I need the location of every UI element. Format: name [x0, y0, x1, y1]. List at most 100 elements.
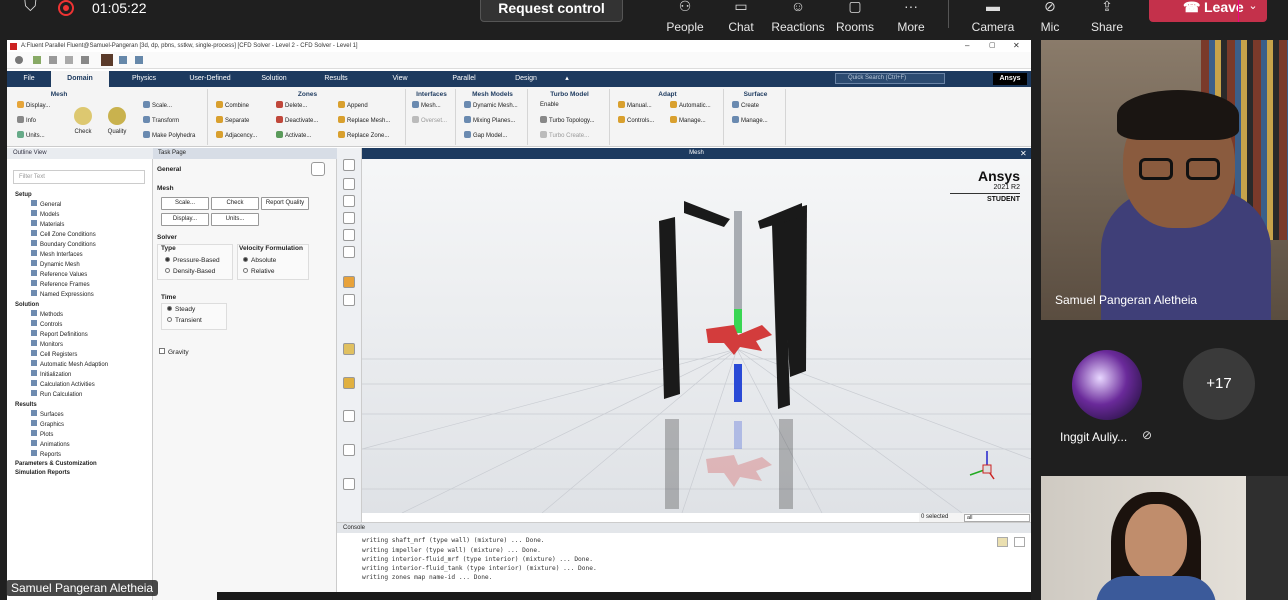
replace-mesh-button[interactable]: Replace Mesh... — [338, 116, 390, 125]
combine-button[interactable]: Combine — [216, 101, 249, 110]
tab-user-defined[interactable]: User-Defined — [177, 71, 243, 87]
adapt-controls-button[interactable]: Controls... — [618, 116, 654, 125]
tree-report-definitions[interactable]: Report Definitions — [31, 330, 88, 340]
gravity-checkbox[interactable]: Gravity — [159, 348, 189, 356]
chat-button[interactable]: ▭ Chat — [711, 0, 771, 40]
console-panel[interactable]: Console writing shaft_mrf (type wall) (m… — [337, 522, 1031, 600]
tree-methods[interactable]: Methods — [31, 310, 63, 320]
view-icon[interactable] — [343, 444, 355, 456]
tree-graphics[interactable]: Graphics — [31, 420, 64, 430]
mesh-info-button[interactable]: Info — [17, 116, 36, 125]
camera-button[interactable]: ▬ Camera — [963, 0, 1023, 40]
transform-button[interactable]: Transform — [143, 116, 179, 125]
transient-radio[interactable]: Transient — [167, 317, 202, 324]
tree-plots[interactable]: Plots — [31, 430, 53, 440]
outline-filter-input[interactable]: Filter Text — [13, 170, 145, 184]
tab-results[interactable]: Results — [307, 71, 365, 87]
lighting-icon[interactable] — [343, 377, 355, 389]
separate-button[interactable]: Separate — [216, 116, 249, 125]
gap-model-button[interactable]: Gap Model... — [464, 131, 507, 140]
tree-cell-registers[interactable]: Cell Registers — [31, 350, 77, 360]
tree-materials[interactable]: Materials — [31, 220, 64, 230]
units-button[interactable]: Units... — [211, 213, 259, 226]
tree-general[interactable]: General — [31, 200, 61, 210]
tab-design[interactable]: Design — [497, 71, 555, 87]
report-quality-button[interactable]: Report Quality — [261, 197, 309, 210]
tree-cell-zone-conditions[interactable]: Cell Zone Conditions — [31, 230, 96, 240]
mesh-display-icon[interactable] — [343, 343, 355, 355]
tab-parallel[interactable]: Parallel — [435, 71, 493, 87]
pressure-based-radio[interactable]: Pressure-Based — [165, 257, 220, 264]
print-icon[interactable] — [65, 56, 73, 64]
overset-button[interactable]: Overset... — [412, 116, 447, 125]
share-button[interactable]: ⇪ Share — [1077, 0, 1137, 40]
relative-radio[interactable]: Relative — [243, 268, 274, 275]
tree-run-calculation[interactable]: Run Calculation — [31, 390, 82, 400]
save-icon[interactable] — [49, 56, 57, 64]
camera-icon[interactable] — [343, 478, 355, 490]
probe-icon[interactable] — [343, 276, 355, 288]
mic-button[interactable]: ⊘ Mic — [1020, 0, 1080, 40]
append-button[interactable]: Append — [338, 101, 368, 110]
density-based-radio[interactable]: Density-Based — [165, 268, 215, 275]
activate-button[interactable]: Activate... — [276, 131, 311, 140]
make-polyhedra-button[interactable]: Make Polyhedra — [143, 131, 195, 140]
tab-view[interactable]: View — [371, 71, 429, 87]
video-tile-speaker[interactable]: Samuel Pangeran Aletheia — [1041, 40, 1288, 320]
tab-file[interactable]: File — [11, 71, 47, 87]
absolute-radio[interactable]: Absolute — [243, 257, 276, 264]
people-button[interactable]: ⚇ People — [655, 0, 715, 40]
tree-calculation-activities[interactable]: Calculation Activities — [31, 380, 95, 390]
console-tool-icon[interactable] — [997, 537, 1008, 547]
settings-icon[interactable] — [15, 56, 23, 64]
tree-reference-frames[interactable]: Reference Frames — [31, 280, 90, 290]
surface-create-button[interactable]: Create — [732, 101, 759, 110]
tree-surfaces[interactable]: Surfaces — [31, 410, 64, 420]
tree-solution[interactable]: Solution — [15, 300, 39, 310]
mesh-check-button[interactable]: Check — [69, 107, 97, 136]
graphics-window[interactable]: Mesh ✕ Ansys 2021 R2 STUDENT — [362, 148, 1031, 513]
help-icon[interactable] — [311, 162, 325, 176]
close-graphics-icon[interactable]: ✕ — [1020, 148, 1027, 159]
tree-reference-values[interactable]: Reference Values — [31, 270, 87, 280]
open-icon[interactable] — [33, 56, 41, 64]
tree-setup[interactable]: Setup — [15, 190, 32, 200]
window-icon[interactable] — [135, 56, 143, 64]
mixing-planes-button[interactable]: Mixing Planes... — [464, 116, 515, 125]
adapt-manage-button[interactable]: Manage... — [670, 116, 706, 125]
tree-initialization[interactable]: Initialization — [31, 370, 71, 380]
minimize-icon[interactable]: – — [965, 40, 969, 52]
request-control-button[interactable]: Request control — [480, 0, 623, 22]
tab-physics[interactable]: Physics — [115, 71, 173, 87]
axes-icon[interactable] — [343, 410, 355, 422]
fit-icon[interactable] — [343, 246, 355, 258]
reactions-button[interactable]: ☺ Reactions — [768, 0, 828, 40]
tab-solution[interactable]: Solution — [245, 71, 303, 87]
turbo-enable-button[interactable]: Enable — [540, 101, 559, 109]
collapse-ribbon-icon[interactable]: ▴ — [560, 71, 574, 87]
tree-animations[interactable]: Animations — [31, 440, 70, 450]
selection-filter-dropdown[interactable]: all — [964, 514, 1030, 522]
pointer-icon[interactable] — [343, 159, 355, 171]
tree-boundary-conditions[interactable]: Boundary Conditions — [31, 240, 96, 250]
mesh-units-button[interactable]: Units... — [17, 131, 45, 140]
video-tile-participant[interactable] — [1041, 476, 1288, 600]
tree-monitors[interactable]: Monitors — [31, 340, 63, 350]
check-button[interactable]: Check — [211, 197, 259, 210]
participant-avatar[interactable] — [1072, 350, 1142, 420]
close-icon[interactable]: ✕ — [1013, 40, 1020, 52]
more-participants-button[interactable]: +17 — [1183, 348, 1255, 420]
replace-zone-button[interactable]: Replace Zone... — [338, 131, 389, 140]
maximize-icon[interactable]: ▢ — [989, 40, 996, 52]
tree-mesh-interfaces[interactable]: Mesh Interfaces — [31, 250, 83, 260]
tree-named-expressions[interactable]: Named Expressions — [31, 290, 94, 300]
zoom-icon[interactable] — [343, 212, 355, 224]
rotate-icon[interactable] — [343, 178, 355, 190]
turbo-create-button[interactable]: Turbo Create... — [540, 131, 589, 140]
mesh-interfaces-button[interactable]: Mesh... — [412, 101, 441, 110]
tree-automatic-mesh-adaption[interactable]: Automatic Mesh Adaption — [31, 360, 108, 370]
help-icon[interactable] — [81, 56, 89, 64]
mesh-quality-button[interactable]: Quality — [103, 107, 131, 136]
scale-button[interactable]: Scale... — [161, 197, 209, 210]
zoom-box-icon[interactable] — [343, 229, 355, 241]
